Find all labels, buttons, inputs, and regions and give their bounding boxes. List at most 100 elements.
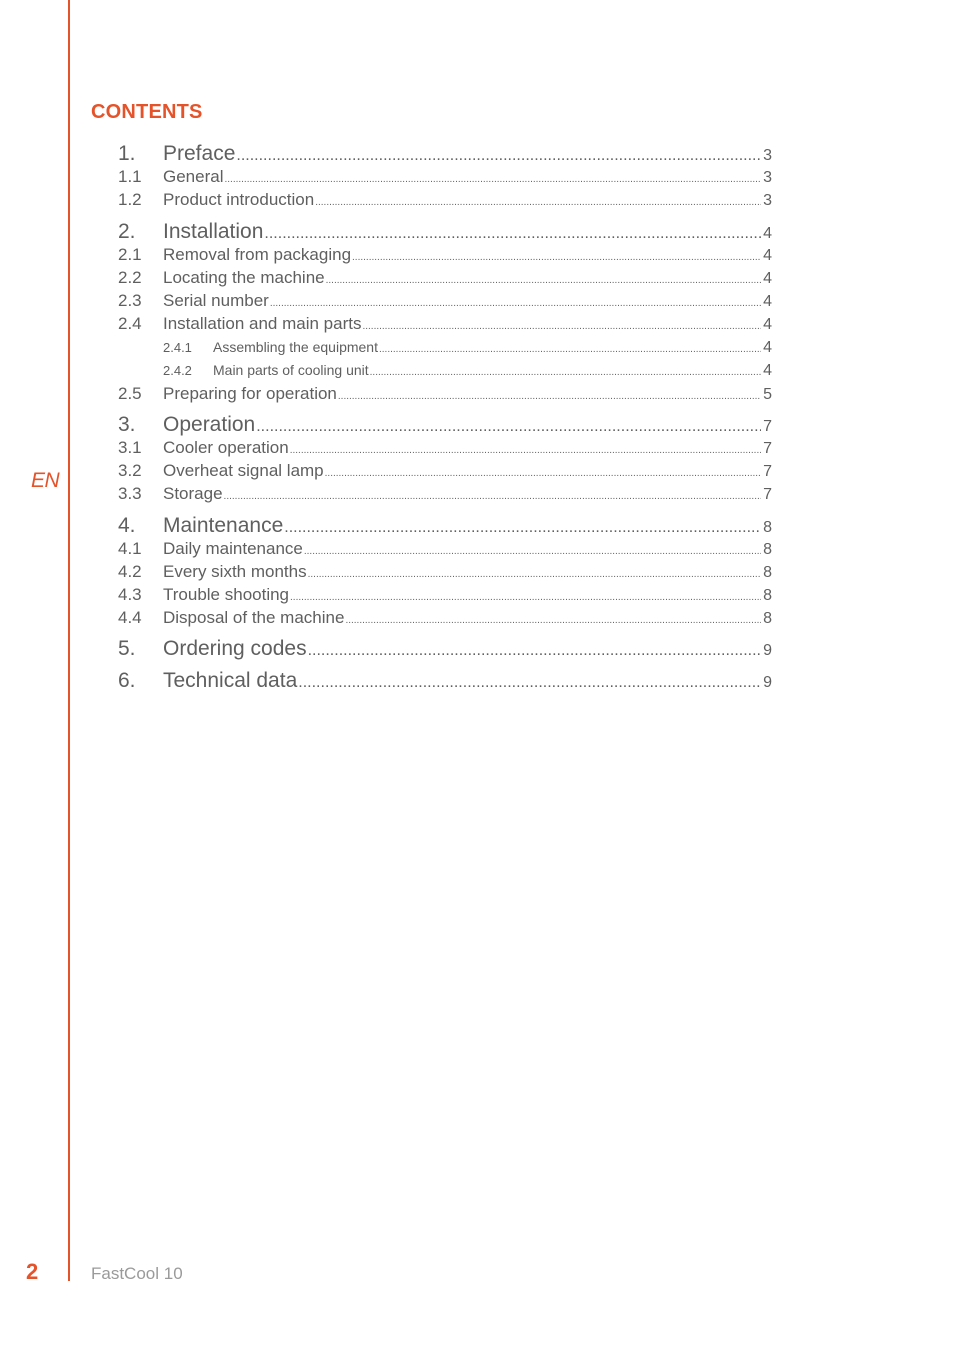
toc-label: Main parts of cooling unit: [213, 362, 369, 378]
toc-number: 2.2: [118, 268, 142, 287]
toc-page: 3: [763, 169, 772, 186]
toc-leader-dots: [224, 174, 761, 185]
toc-entry[interactable]: 3.3 Storage 7: [118, 484, 772, 506]
toc-label: Assembling the equipment: [213, 339, 378, 355]
toc-leader-dots: [290, 445, 761, 456]
toc-leader-dots: [315, 197, 761, 208]
toc-page: 3: [763, 192, 772, 209]
toc-label: Operation: [163, 413, 256, 436]
toc-leader-dots: [338, 391, 761, 402]
toc-entry[interactable]: 2.4 Installation and main parts 4: [118, 314, 772, 336]
toc-number: 2.3: [118, 291, 142, 310]
toc-page: 8: [763, 564, 772, 581]
toc-leader-dots: [379, 344, 761, 355]
toc-entry[interactable]: 2. Installation 4: [118, 220, 772, 246]
toc-page: 8: [763, 610, 772, 627]
toc-label: Technical data: [163, 669, 298, 692]
toc-label: Overheat signal lamp: [163, 461, 324, 480]
toc-page: 3: [763, 147, 772, 164]
toc-entry[interactable]: 3. Operation 7: [118, 413, 772, 439]
toc-number: 3.2: [118, 461, 142, 480]
toc-leader-dots: [308, 569, 761, 580]
toc-page: 8: [763, 519, 772, 536]
toc-number: 5.: [118, 637, 136, 660]
toc-label: Daily maintenance: [163, 539, 303, 558]
toc-leader-dots: [345, 615, 761, 626]
toc-entry[interactable]: 4.4 Disposal of the machine 8: [118, 608, 772, 630]
toc-page: 4: [763, 316, 772, 333]
toc-number: 1.: [118, 142, 136, 165]
toc-entry[interactable]: 1.1 General 3: [118, 167, 772, 189]
toc-leader-dots: [236, 147, 761, 165]
language-marker: EN: [31, 469, 60, 492]
toc-page: 4: [763, 225, 772, 242]
toc-number: 4.1: [118, 539, 142, 558]
toc-page: 8: [763, 587, 772, 604]
toc-number: 2.4: [118, 314, 142, 333]
contents-heading: CONTENTS: [91, 101, 203, 123]
toc-entry[interactable]: 4.2 Every sixth months 8: [118, 562, 772, 584]
toc-label: Serial number: [163, 291, 269, 310]
toc-entry[interactable]: 2.3 Serial number 4: [118, 291, 772, 313]
toc-number: 3.3: [118, 484, 142, 503]
toc-number: 2.: [118, 220, 136, 243]
toc-label: Cooler operation: [163, 438, 289, 457]
toc-number: 3.: [118, 413, 136, 436]
toc-entry[interactable]: 1. Preface 3: [118, 142, 772, 168]
toc-label: Maintenance: [163, 514, 284, 537]
toc-page: 8: [763, 541, 772, 558]
toc-number: 4.2: [118, 562, 142, 581]
toc-number: 1.1: [118, 167, 142, 186]
toc-leader-dots: [290, 592, 761, 603]
toc-number: 4.: [118, 514, 136, 537]
toc-page: 9: [763, 642, 772, 659]
toc-leader-dots: [284, 519, 761, 537]
toc-leader-dots: [304, 546, 761, 557]
toc-entry[interactable]: 2.1 Removal from packaging 4: [118, 245, 772, 267]
toc-entry[interactable]: 3.1 Cooler operation 7: [118, 438, 772, 460]
toc-entry[interactable]: 4.1 Daily maintenance 8: [118, 539, 772, 561]
toc-label: Removal from packaging: [163, 245, 352, 264]
toc-leader-dots: [325, 468, 761, 479]
toc-leader-dots: [362, 321, 761, 332]
toc-entry[interactable]: 4.3 Trouble shooting 8: [118, 585, 772, 607]
toc-label: Locating the machine: [163, 268, 325, 287]
toc-number: 2.5: [118, 384, 142, 403]
toc-entry[interactable]: 2.5 Preparing for operation 5: [118, 384, 772, 406]
toc-label: Every sixth months: [163, 562, 307, 581]
toc-page: 4: [763, 247, 772, 264]
toc-number: 1.2: [118, 190, 142, 209]
toc-entry[interactable]: 3.2 Overheat signal lamp 7: [118, 461, 772, 483]
toc-leader-dots: [352, 252, 761, 263]
toc-page: 4: [763, 293, 772, 310]
margin-divider-line: [68, 0, 70, 1281]
toc-page: 4: [763, 270, 772, 287]
toc-label: Ordering codes: [163, 637, 307, 660]
toc-entry[interactable]: 5. Ordering codes 9: [118, 637, 772, 663]
toc-entry[interactable]: 2.4.2 Main parts of cooling unit 4: [118, 362, 772, 382]
toc-page: 7: [763, 418, 772, 435]
toc-page: 4: [763, 339, 772, 356]
toc-leader-dots: [308, 642, 762, 660]
toc-entry[interactable]: 2.4.1 Assembling the equipment 4: [118, 339, 772, 359]
toc-label: Disposal of the machine: [163, 608, 345, 627]
toc-label: Installation: [163, 220, 264, 243]
toc-page: 7: [763, 463, 772, 480]
toc-entry[interactable]: 2.2 Locating the machine 4: [118, 268, 772, 290]
toc-label: General: [163, 167, 224, 186]
toc-leader-dots: [224, 491, 762, 502]
toc-label: Preparing for operation: [163, 384, 337, 403]
toc-number: 4.4: [118, 608, 142, 627]
toc-entry[interactable]: 4. Maintenance 8: [118, 514, 772, 540]
toc-leader-dots: [264, 225, 761, 243]
toc-page: 5: [763, 386, 772, 403]
toc-number: 3.1: [118, 438, 142, 457]
toc-page: 4: [763, 362, 772, 379]
toc-entry[interactable]: 1.2 Product introduction 3: [118, 190, 772, 212]
toc-label: Installation and main parts: [163, 314, 362, 333]
toc-entry[interactable]: 6. Technical data 9: [118, 669, 772, 695]
toc-label: Preface: [163, 142, 236, 165]
toc-leader-dots: [256, 418, 761, 436]
toc-leader-dots: [370, 367, 761, 378]
toc-number: 6.: [118, 669, 136, 692]
